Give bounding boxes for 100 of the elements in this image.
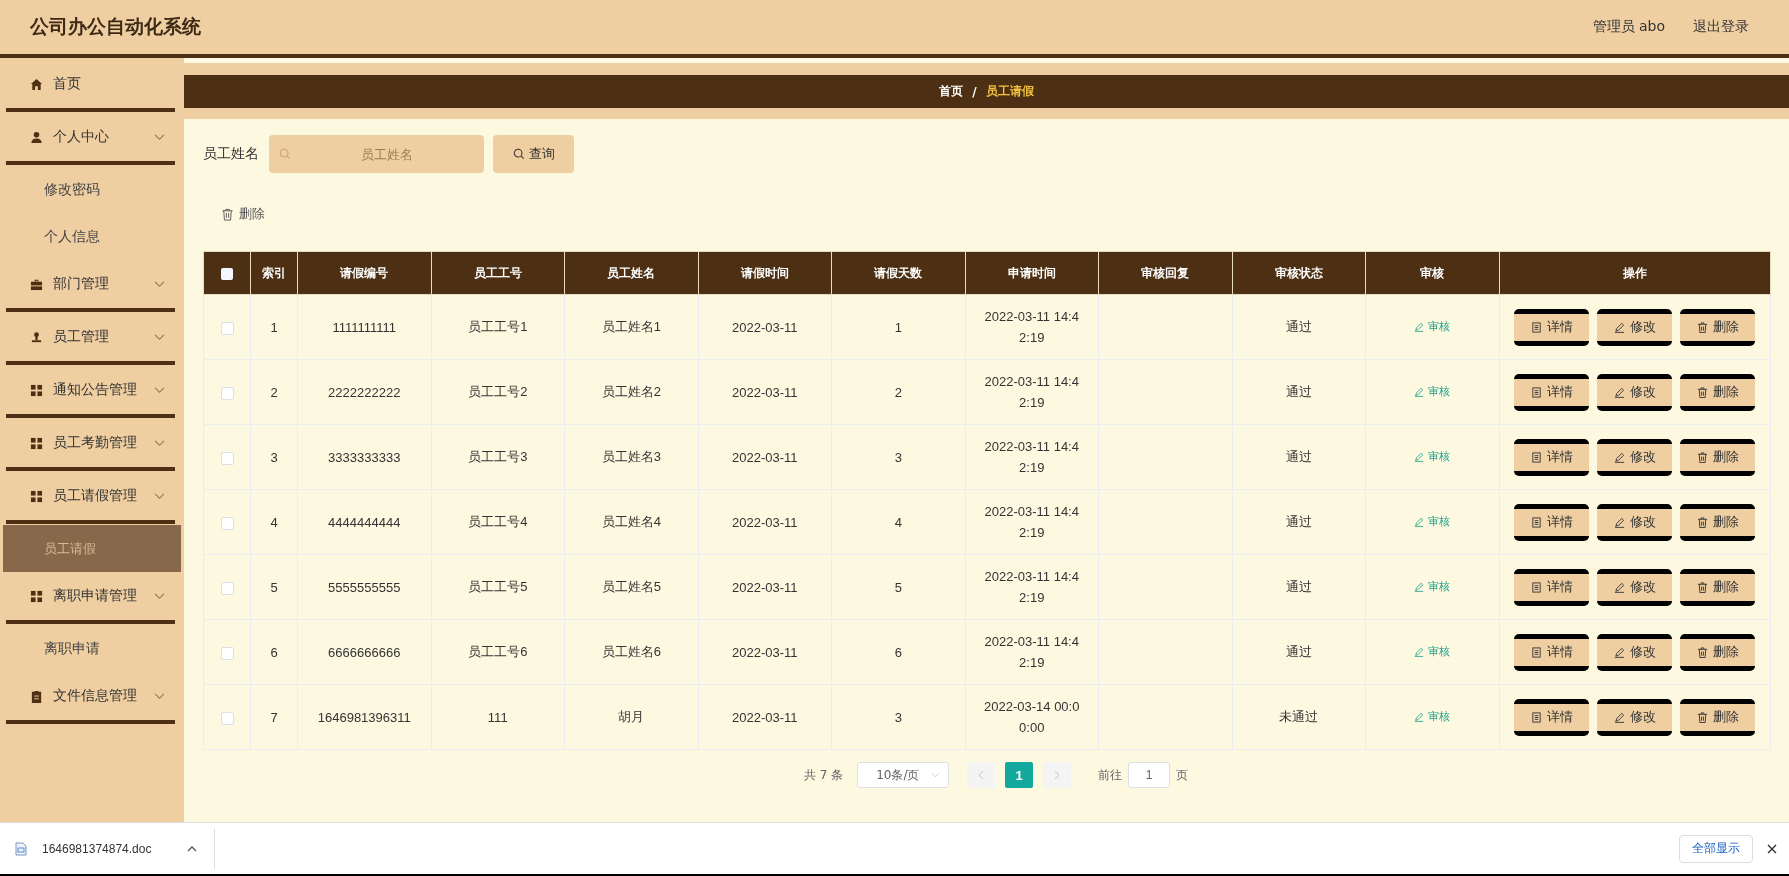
- delete-button[interactable]: 删除: [1680, 503, 1756, 541]
- menu-item[interactable]: 首页: [6, 60, 175, 112]
- previous-page-button[interactable]: [967, 762, 996, 788]
- delete-button[interactable]: 删除: [221, 205, 265, 223]
- show-all-button[interactable]: 全部显示: [1679, 834, 1753, 863]
- row-checkbox[interactable]: [220, 516, 234, 530]
- page-size-select[interactable]: 10条/页: [857, 762, 950, 788]
- column-header: 审核回复: [1098, 251, 1232, 295]
- column-header: 请假编号: [297, 251, 431, 295]
- index-cell: 6: [250, 619, 298, 685]
- menu-item[interactable]: 部门管理: [6, 260, 175, 312]
- pencil-icon: [1414, 581, 1425, 592]
- submenu-item[interactable]: 个人信息: [0, 213, 184, 260]
- search-field[interactable]: 员工姓名: [269, 135, 484, 173]
- row-checkbox[interactable]: [220, 451, 234, 465]
- details-button[interactable]: 详情: [1514, 373, 1590, 411]
- menu-item[interactable]: 文件信息管理: [6, 672, 175, 724]
- delete-button[interactable]: 删除: [1680, 308, 1756, 346]
- index-cell: 7: [250, 684, 298, 750]
- days-cell: 3: [831, 424, 965, 490]
- document-icon: [1530, 451, 1542, 463]
- row-checkbox[interactable]: [220, 386, 234, 400]
- delete-button[interactable]: 删除: [1680, 568, 1756, 606]
- status-cell: 通过: [1232, 424, 1366, 490]
- submenu-item[interactable]: 修改密码: [0, 166, 184, 213]
- id-cell: 3333333333: [297, 424, 431, 490]
- caret-up-icon[interactable]: [187, 845, 198, 852]
- column-header: 请假时间: [698, 251, 832, 295]
- logout-link[interactable]: 退出登录: [1693, 18, 1749, 36]
- edit-button[interactable]: 修改: [1597, 308, 1673, 346]
- page-input[interactable]: 1: [1128, 762, 1171, 788]
- menu-item[interactable]: 通知公告管理: [6, 366, 175, 418]
- index-cell: 1: [250, 294, 298, 360]
- row-checkbox[interactable]: [220, 646, 234, 660]
- details-button[interactable]: 详情: [1514, 568, 1590, 606]
- search-label: 员工姓名: [203, 145, 259, 163]
- trash-icon: [1696, 646, 1708, 658]
- details-button[interactable]: 详情: [1514, 503, 1590, 541]
- id-cell: 2222222222: [297, 359, 431, 425]
- trash-icon: [1696, 321, 1708, 333]
- total-count: 共 7 条: [803, 766, 844, 784]
- details-button[interactable]: 详情: [1514, 438, 1590, 476]
- delete-button[interactable]: 删除: [1680, 698, 1756, 736]
- search-button[interactable]: 查询: [493, 135, 574, 173]
- date-cell: 2022-03-11: [698, 684, 832, 750]
- download-file-name[interactable]: 1646981374874.doc: [42, 841, 152, 856]
- column-header: 员工工号: [431, 251, 565, 295]
- close-icon[interactable]: [1767, 843, 1777, 854]
- submenu-item[interactable]: 离职申请: [0, 625, 184, 672]
- page-unit: 页: [1176, 766, 1189, 784]
- row-checkbox[interactable]: [220, 711, 234, 725]
- search-icon: [279, 148, 291, 160]
- days-cell: 4: [831, 489, 965, 555]
- days-cell: 2: [831, 359, 965, 425]
- details-button[interactable]: 详情: [1514, 308, 1590, 346]
- trash-icon: [1696, 386, 1708, 398]
- menu-item[interactable]: 个人中心: [6, 113, 175, 165]
- menu-item[interactable]: 员工考勤管理: [6, 419, 175, 471]
- document-icon: [1530, 386, 1542, 398]
- edit-button[interactable]: 修改: [1597, 373, 1673, 411]
- delete-button[interactable]: 删除: [1680, 373, 1756, 411]
- edit-button[interactable]: 修改: [1597, 568, 1673, 606]
- chevron-down-icon: [154, 133, 165, 141]
- apply-time-cell: 2022-03-11 14:42:19: [965, 554, 1099, 620]
- row-checkbox[interactable]: [220, 321, 234, 335]
- date-cell: 2022-03-11: [698, 554, 832, 620]
- delete-button[interactable]: 删除: [1680, 633, 1756, 671]
- name-cell: 员工姓名4: [564, 489, 698, 555]
- menu-item[interactable]: 离职申请管理: [6, 572, 175, 624]
- chevron-down-icon: [154, 333, 165, 341]
- edit-button[interactable]: 修改: [1597, 633, 1673, 671]
- edit-button[interactable]: 修改: [1597, 698, 1673, 736]
- next-page-button[interactable]: [1043, 762, 1072, 788]
- column-header: 请假天数: [831, 251, 965, 295]
- staff-number-cell: 员工工号2: [431, 359, 565, 425]
- days-cell: 5: [831, 554, 965, 620]
- pencil-icon: [1613, 646, 1625, 658]
- staff-number-cell: 员工工号4: [431, 489, 565, 555]
- status-cell: 未通过: [1232, 684, 1366, 750]
- edit-button[interactable]: 修改: [1597, 503, 1673, 541]
- select-all-checkbox[interactable]: [221, 267, 233, 280]
- id-cell: 1111111111: [297, 294, 431, 360]
- grid-icon: [30, 489, 43, 503]
- column-header: 索引: [250, 251, 298, 295]
- status-cell: 通过: [1232, 359, 1366, 425]
- row-checkbox[interactable]: [220, 581, 234, 595]
- edit-button[interactable]: 修改: [1597, 438, 1673, 476]
- name-cell: 员工姓名6: [564, 619, 698, 685]
- trash-icon: [1696, 451, 1708, 463]
- pencil-icon: [1613, 711, 1625, 723]
- details-button[interactable]: 详情: [1514, 698, 1590, 736]
- details-button[interactable]: 详情: [1514, 633, 1590, 671]
- pencil-icon: [1414, 516, 1425, 527]
- name-cell: 胡月: [564, 684, 698, 750]
- grid-icon: [30, 383, 43, 397]
- pencil-icon: [1613, 386, 1625, 398]
- delete-button[interactable]: 删除: [1680, 438, 1756, 476]
- breadcrumb-link[interactable]: 首页: [939, 83, 964, 100]
- menu-item[interactable]: 员工管理: [6, 313, 175, 365]
- pencil-icon: [1613, 516, 1625, 528]
